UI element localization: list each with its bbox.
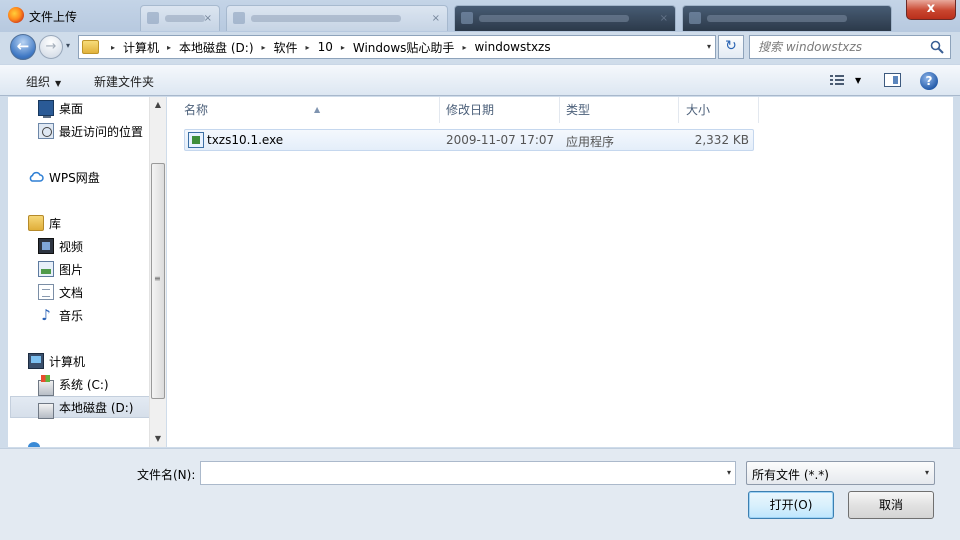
close-button[interactable]: x — [906, 0, 956, 20]
sort-ascending-icon: ▲ — [314, 105, 321, 114]
chevron-right-icon[interactable]: ▸ — [111, 43, 115, 52]
sidebar-item-pictures[interactable]: 图片 — [38, 258, 83, 280]
sidebar-item-desktop[interactable]: 桌面 — [38, 97, 83, 119]
navigation-pane: 桌面 最近访问的位置 WPS网盘 库 视频 图片 文档 ♪ 音乐 计算机 系统 … — [8, 97, 166, 447]
chevron-right-icon[interactable]: ▸ — [262, 43, 266, 52]
navigation-bar: ← → ▾ ▸ 计算机 ▸ 本地磁盘 (D:) ▸ 软件 ▸ 10 ▸ Windows贴心助手 ▸ w… — [0, 32, 960, 62]
local-disk-icon — [38, 403, 54, 419]
chevron-right-icon[interactable]: ▸ — [462, 43, 466, 52]
sidebar-item-recent-places[interactable]: 最近访问的位置 — [38, 120, 143, 142]
background-tab: × — [454, 5, 676, 31]
sidebar-item-videos[interactable]: 视频 — [38, 235, 83, 257]
dialog-footer: 文件名(N): ▾ 所有文件 (*.*) ▾ 打开(O) 取消 — [0, 448, 960, 540]
file-name: txzs10.1.exe — [207, 133, 284, 147]
cloud-icon — [29, 171, 44, 182]
column-header-type[interactable]: 类型 — [559, 97, 679, 123]
sidebar-item-libraries[interactable]: 库 — [28, 212, 61, 234]
file-size: 2,332 KB — [694, 133, 749, 147]
application-icon — [188, 132, 204, 148]
search-input[interactable] — [750, 36, 928, 58]
table-row[interactable]: txzs10.1.exe 2009-11-07 17:07 应用程序 2,332… — [184, 129, 754, 151]
column-header-size[interactable]: 大小 — [679, 97, 759, 123]
breadcrumb-item[interactable]: 10 — [318, 40, 333, 54]
command-bar: 组织 ▼ 新建文件夹 ▼ ? — [0, 64, 960, 96]
library-icon — [28, 215, 44, 231]
scroll-grip-icon: ≡ — [154, 274, 161, 283]
chevron-right-icon[interactable]: ▸ — [306, 43, 310, 52]
breadcrumb-item[interactable]: 软件 — [274, 39, 298, 56]
breadcrumb-item[interactable]: windowstxzs — [474, 40, 550, 54]
search-box[interactable] — [749, 35, 951, 59]
pictures-icon — [38, 261, 54, 277]
cancel-button[interactable]: 取消 — [848, 491, 934, 519]
help-icon[interactable]: ? — [920, 72, 938, 90]
nav-scrollbar[interactable]: ▲ ≡ ▼ — [149, 97, 166, 447]
search-icon[interactable] — [930, 40, 944, 54]
folder-icon — [82, 40, 99, 54]
computer-icon — [28, 353, 44, 369]
network-icon — [28, 442, 40, 447]
sidebar-item-music[interactable]: ♪ 音乐 — [38, 304, 83, 326]
view-options-icon[interactable] — [830, 75, 844, 85]
scroll-up-icon[interactable]: ▲ — [150, 97, 166, 113]
column-header-name[interactable]: 名称 ▲ — [177, 97, 440, 123]
sidebar-item-documents[interactable]: 文档 — [38, 281, 83, 303]
background-tab: × — [140, 5, 220, 31]
firefox-icon — [8, 7, 24, 23]
filename-input[interactable] — [201, 462, 711, 484]
forward-button[interactable]: → — [39, 35, 63, 59]
view-dropdown-icon[interactable]: ▼ — [855, 76, 861, 85]
sidebar-item-local-disk[interactable]: 本地磁盘 (D:) — [10, 396, 155, 419]
breadcrumb-item[interactable]: 计算机 — [123, 39, 159, 56]
scroll-down-icon[interactable]: ▼ — [150, 431, 166, 447]
title-bar: 文件上传 × × × x — [0, 0, 960, 32]
address-bar[interactable]: ▸ 计算机 ▸ 本地磁盘 (D:) ▸ 软件 ▸ 10 ▸ Windows贴心助手 ▸ windows… — [78, 35, 716, 59]
chevron-right-icon[interactable]: ▸ — [167, 43, 171, 52]
breadcrumb-item[interactable]: 本地磁盘 (D:) — [179, 39, 253, 56]
filename-label: 文件名(N): — [137, 468, 196, 482]
chevron-down-icon[interactable]: ▾ — [727, 468, 731, 477]
address-dropdown-icon[interactable]: ▾ — [707, 42, 711, 51]
recent-places-icon — [38, 123, 54, 139]
new-folder-button[interactable]: 新建文件夹 — [94, 73, 154, 90]
sidebar-item-computer[interactable]: 计算机 — [28, 350, 85, 372]
sidebar-item-system-drive[interactable]: 系统 (C:) — [38, 373, 109, 396]
breadcrumb: ▸ 计算机 ▸ 本地磁盘 (D:) ▸ 软件 ▸ 10 ▸ Windows贴心助手 ▸ windows… — [103, 36, 551, 58]
organize-button[interactable]: 组织 ▼ — [26, 73, 61, 90]
recent-pages-dropdown[interactable]: ▾ — [66, 41, 70, 50]
window-title: 文件上传 — [29, 10, 78, 24]
system-drive-icon — [38, 375, 54, 396]
sidebar-item-wps-cloud[interactable]: WPS网盘 — [28, 166, 100, 188]
desktop-icon — [38, 100, 54, 118]
file-type-filter-value: 所有文件 (*.*) — [752, 468, 829, 482]
background-tab — [682, 5, 892, 31]
back-button[interactable]: ← — [10, 34, 36, 60]
open-button[interactable]: 打开(O) — [748, 491, 834, 519]
file-type-filter[interactable]: 所有文件 (*.*) ▾ — [746, 461, 935, 485]
column-header-modified[interactable]: 修改日期 — [439, 97, 560, 123]
refresh-button[interactable]: ↻ — [718, 35, 744, 59]
music-icon: ♪ — [41, 306, 51, 324]
documents-icon — [38, 284, 54, 300]
preview-pane-icon[interactable] — [884, 73, 901, 87]
file-type: 应用程序 — [566, 135, 615, 149]
background-tab: × — [226, 5, 448, 31]
file-list: 名称 ▲ 修改日期 类型 大小 txzs10.1.exe 2009-11-07 1… — [167, 97, 953, 447]
chevron-down-icon: ▾ — [924, 468, 929, 477]
file-modified: 2009-11-07 17:07 — [446, 133, 555, 147]
filename-combobox[interactable]: ▾ — [200, 461, 736, 485]
chevron-right-icon[interactable]: ▸ — [341, 43, 345, 52]
breadcrumb-item[interactable]: Windows贴心助手 — [353, 39, 455, 56]
chevron-down-icon: ▼ — [55, 79, 62, 88]
video-icon — [38, 238, 54, 254]
